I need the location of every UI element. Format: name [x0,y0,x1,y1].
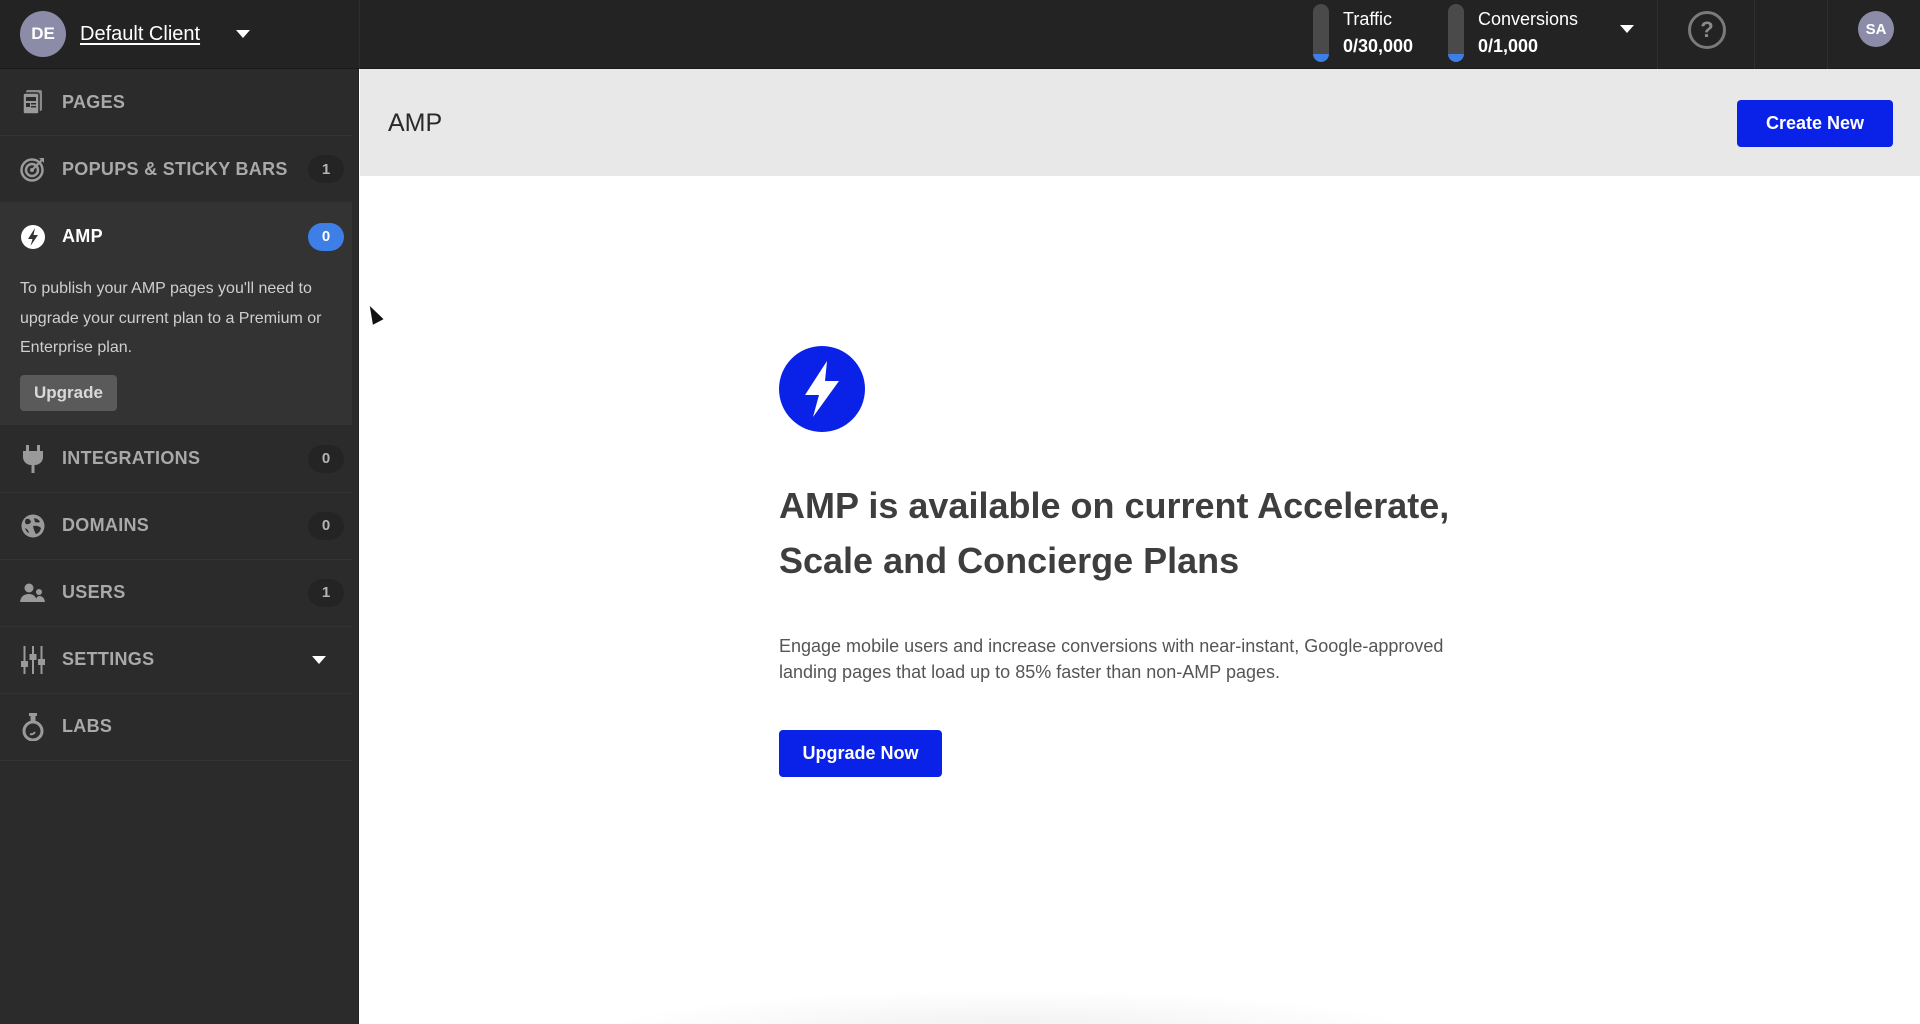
conversions-meter: Conversions 0/1,000 [1448,2,1578,64]
sidebar-item-label: DOMAINS [62,515,150,535]
sidebar-item-label: LABS [62,716,113,736]
sidebar-item-label: USERS [62,582,126,602]
card-shadow [600,990,1420,1024]
pages-icon [20,89,46,115]
amp-upgrade-message: To publish your AMP pages you'll need to… [20,280,322,356]
globe-icon [20,513,46,539]
lightning-icon [20,224,46,250]
promo-headline: AMP is available on current Accelerate, … [779,485,1450,581]
plug-icon [20,444,46,473]
amp-upgrade-panel: To publish your AMP pages you'll need to… [0,270,352,426]
usage-dropdown-chevron-icon[interactable] [1620,25,1634,33]
divider [1754,0,1755,69]
traffic-value: 0/30,000 [1343,36,1414,56]
promo-description: Engage mobile users and increase convers… [779,636,1444,682]
conversions-label: Conversions [1478,9,1579,29]
sidebar-item-users[interactable]: USERS 1 [0,560,352,627]
flask-icon [20,712,46,741]
sidebar-item-amp[interactable]: AMP 0 [0,203,352,270]
sidebar-item-label: PAGES [62,91,126,112]
conversions-value: 0/1,000 [1478,36,1539,56]
amp-upgrade-promo: AMP is available on current Accelerate, … [779,346,1519,777]
count-badge: 0 [308,444,344,473]
sidebar-item-popups[interactable]: POPUPS & STICKY BARS 1 [0,136,352,203]
count-badge: 1 [308,155,344,183]
traffic-meter-fill [1313,54,1329,62]
sidebar-item-settings[interactable]: SETTINGS [0,627,352,694]
chevron-down-icon[interactable] [312,655,326,664]
traffic-meter: Traffic 0/30,000 [1313,2,1413,64]
page-header: AMP Create New [360,69,1920,176]
sidebar-item-label: INTEGRATIONS [62,448,201,468]
divider [1657,0,1658,69]
target-icon [20,156,46,182]
upgrade-button[interactable]: Upgrade [20,374,117,411]
user-avatar[interactable]: SA [1858,11,1894,47]
sidebar-item-integrations[interactable]: INTEGRATIONS 0 [0,426,352,493]
sidebar-item-label: AMP [62,226,103,246]
sidebar-item-label: POPUPS & STICKY BARS [62,158,288,179]
divider [359,0,360,69]
mouse-cursor-icon [364,303,384,325]
conversions-meter-fill [1448,54,1464,62]
traffic-meter-bar [1313,4,1329,62]
client-avatar: DE [20,11,66,57]
upgrade-now-button[interactable]: Upgrade Now [779,730,942,777]
amp-lightning-icon [779,346,865,432]
client-name-link[interactable]: Default Client [80,23,200,46]
sidebar-item-labs[interactable]: LABS [0,694,352,761]
sliders-icon [20,645,46,674]
count-badge: 0 [308,222,344,251]
chevron-down-icon[interactable] [236,30,251,38]
top-bar: DE Default Client Traffic 0/30,000 Conve… [0,0,1920,69]
users-icon [20,580,46,606]
divider [1827,0,1828,69]
sidebar-item-pages[interactable]: PAGES [0,69,352,136]
help-icon[interactable]: ? [1688,11,1726,49]
traffic-label: Traffic [1343,9,1393,29]
create-new-button[interactable]: Create New [1737,100,1893,147]
client-switcher[interactable]: DE Default Client [20,10,251,58]
sidebar-item-domains[interactable]: DOMAINS 0 [0,493,352,560]
count-badge: 0 [308,511,344,540]
sidebar-item-label: SETTINGS [62,649,155,669]
count-badge: 1 [308,578,344,607]
conversions-meter-bar [1448,4,1464,62]
page-title: AMP [388,109,443,137]
sidebar: PAGES POPUPS & STICKY BARS 1 AMP 0 To pu… [0,69,359,1024]
